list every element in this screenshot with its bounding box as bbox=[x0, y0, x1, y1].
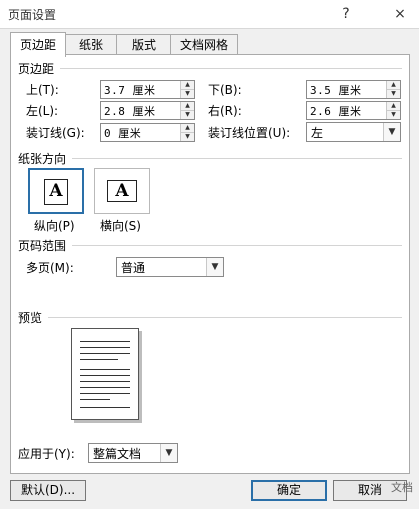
spin-up-icon[interactable]: ▲ bbox=[387, 81, 400, 90]
watermark-text: 文档 bbox=[391, 481, 413, 494]
spin-down-icon[interactable]: ▼ bbox=[181, 133, 194, 141]
preview-text-line bbox=[80, 407, 130, 408]
preview-text-line bbox=[80, 359, 118, 360]
gutter-input[interactable]: 0 厘米 ▲ ▼ bbox=[100, 123, 195, 142]
multiple-pages-select[interactable]: 普通 ▼ bbox=[116, 257, 224, 277]
multiple-pages-label: 多页(M): bbox=[26, 261, 74, 275]
spin-up-icon[interactable]: ▲ bbox=[181, 102, 194, 111]
preview-text-line bbox=[80, 375, 130, 376]
left-margin-input[interactable]: 2.8 厘米 ▲ ▼ bbox=[100, 101, 195, 120]
tab-paper[interactable]: 纸张 bbox=[64, 34, 118, 55]
spin-down-icon[interactable]: ▼ bbox=[387, 90, 400, 98]
right-margin-value: 2.6 厘米 bbox=[310, 105, 362, 118]
preview-text-line bbox=[80, 393, 130, 394]
gutter-spinner[interactable]: ▲ ▼ bbox=[180, 124, 194, 141]
preview-text-line bbox=[80, 381, 130, 382]
preview-text-line bbox=[80, 347, 130, 348]
multiple-pages-value: 普通 bbox=[121, 261, 146, 275]
top-margin-label: 上(T): bbox=[26, 83, 59, 97]
preview-text-line bbox=[80, 369, 130, 370]
spin-down-icon[interactable]: ▼ bbox=[181, 111, 194, 119]
bottom-margin-value: 3.5 厘米 bbox=[310, 84, 362, 97]
apply-to-value: 整篇文档 bbox=[93, 447, 142, 461]
spin-up-icon[interactable]: ▲ bbox=[387, 102, 400, 111]
margins-separator bbox=[60, 68, 402, 69]
margins-section-title: 页边距 bbox=[18, 62, 55, 76]
spin-down-icon[interactable]: ▼ bbox=[387, 111, 400, 119]
gutter-position-select[interactable]: 左 ▼ bbox=[306, 122, 401, 142]
ok-button[interactable]: 确定 bbox=[251, 480, 327, 501]
close-button[interactable]: × bbox=[389, 4, 411, 24]
chevron-down-icon[interactable]: ▼ bbox=[383, 123, 400, 141]
gutter-position-label: 装订线位置(U): bbox=[208, 126, 291, 140]
default-button[interactable]: 默认(D)... bbox=[10, 480, 86, 501]
left-margin-value: 2.8 厘米 bbox=[104, 105, 156, 118]
apply-to-label: 应用于(Y): bbox=[18, 447, 75, 461]
preview-text-line bbox=[80, 387, 130, 388]
left-margin-label: 左(L): bbox=[26, 104, 59, 118]
chevron-down-icon[interactable]: ▼ bbox=[206, 258, 223, 276]
gutter-label: 装订线(G): bbox=[26, 126, 85, 140]
orientation-separator bbox=[72, 158, 402, 159]
tab-document-grid[interactable]: 文档网格 bbox=[170, 34, 238, 55]
right-margin-spinner[interactable]: ▲ ▼ bbox=[386, 102, 400, 119]
portrait-page-icon: A bbox=[44, 179, 68, 205]
portrait-label[interactable]: 纵向(P) bbox=[34, 217, 75, 234]
preview-page bbox=[71, 328, 139, 420]
landscape-label[interactable]: 横向(S) bbox=[100, 217, 141, 234]
window-title: 页面设置 bbox=[8, 8, 57, 22]
portrait-option[interactable]: A bbox=[28, 168, 84, 214]
orientation-section-title: 纸张方向 bbox=[18, 152, 67, 166]
gutter-value: 0 厘米 bbox=[104, 127, 142, 140]
tab-margins[interactable]: 页边距 bbox=[10, 32, 66, 57]
spin-up-icon[interactable]: ▲ bbox=[181, 124, 194, 133]
landscape-page-icon: A bbox=[107, 180, 137, 202]
preview-text-line bbox=[80, 353, 130, 354]
top-margin-value: 3.7 厘米 bbox=[104, 84, 156, 97]
pages-separator bbox=[72, 245, 402, 246]
preview-text-line bbox=[80, 399, 110, 400]
gutter-position-value: 左 bbox=[311, 126, 324, 140]
right-margin-label: 右(R): bbox=[208, 104, 242, 118]
chevron-down-icon[interactable]: ▼ bbox=[160, 444, 177, 462]
pages-section-title: 页码范围 bbox=[18, 239, 67, 253]
apply-to-select[interactable]: 整篇文档 ▼ bbox=[88, 443, 178, 463]
right-margin-input[interactable]: 2.6 厘米 ▲ ▼ bbox=[306, 101, 401, 120]
top-margin-input[interactable]: 3.7 厘米 ▲ ▼ bbox=[100, 80, 195, 99]
landscape-option[interactable]: A bbox=[94, 168, 150, 214]
spin-down-icon[interactable]: ▼ bbox=[181, 90, 194, 98]
preview-section-title: 预览 bbox=[18, 311, 43, 325]
help-button[interactable]: ? bbox=[335, 4, 357, 24]
bottom-margin-spinner[interactable]: ▲ ▼ bbox=[386, 81, 400, 98]
spin-up-icon[interactable]: ▲ bbox=[181, 81, 194, 90]
bottom-margin-label: 下(B): bbox=[208, 83, 242, 97]
top-margin-spinner[interactable]: ▲ ▼ bbox=[180, 81, 194, 98]
left-margin-spinner[interactable]: ▲ ▼ bbox=[180, 102, 194, 119]
preview-text-line bbox=[80, 341, 130, 342]
tab-layout[interactable]: 版式 bbox=[116, 34, 172, 55]
preview-separator bbox=[48, 317, 402, 318]
bottom-margin-input[interactable]: 3.5 厘米 ▲ ▼ bbox=[306, 80, 401, 99]
